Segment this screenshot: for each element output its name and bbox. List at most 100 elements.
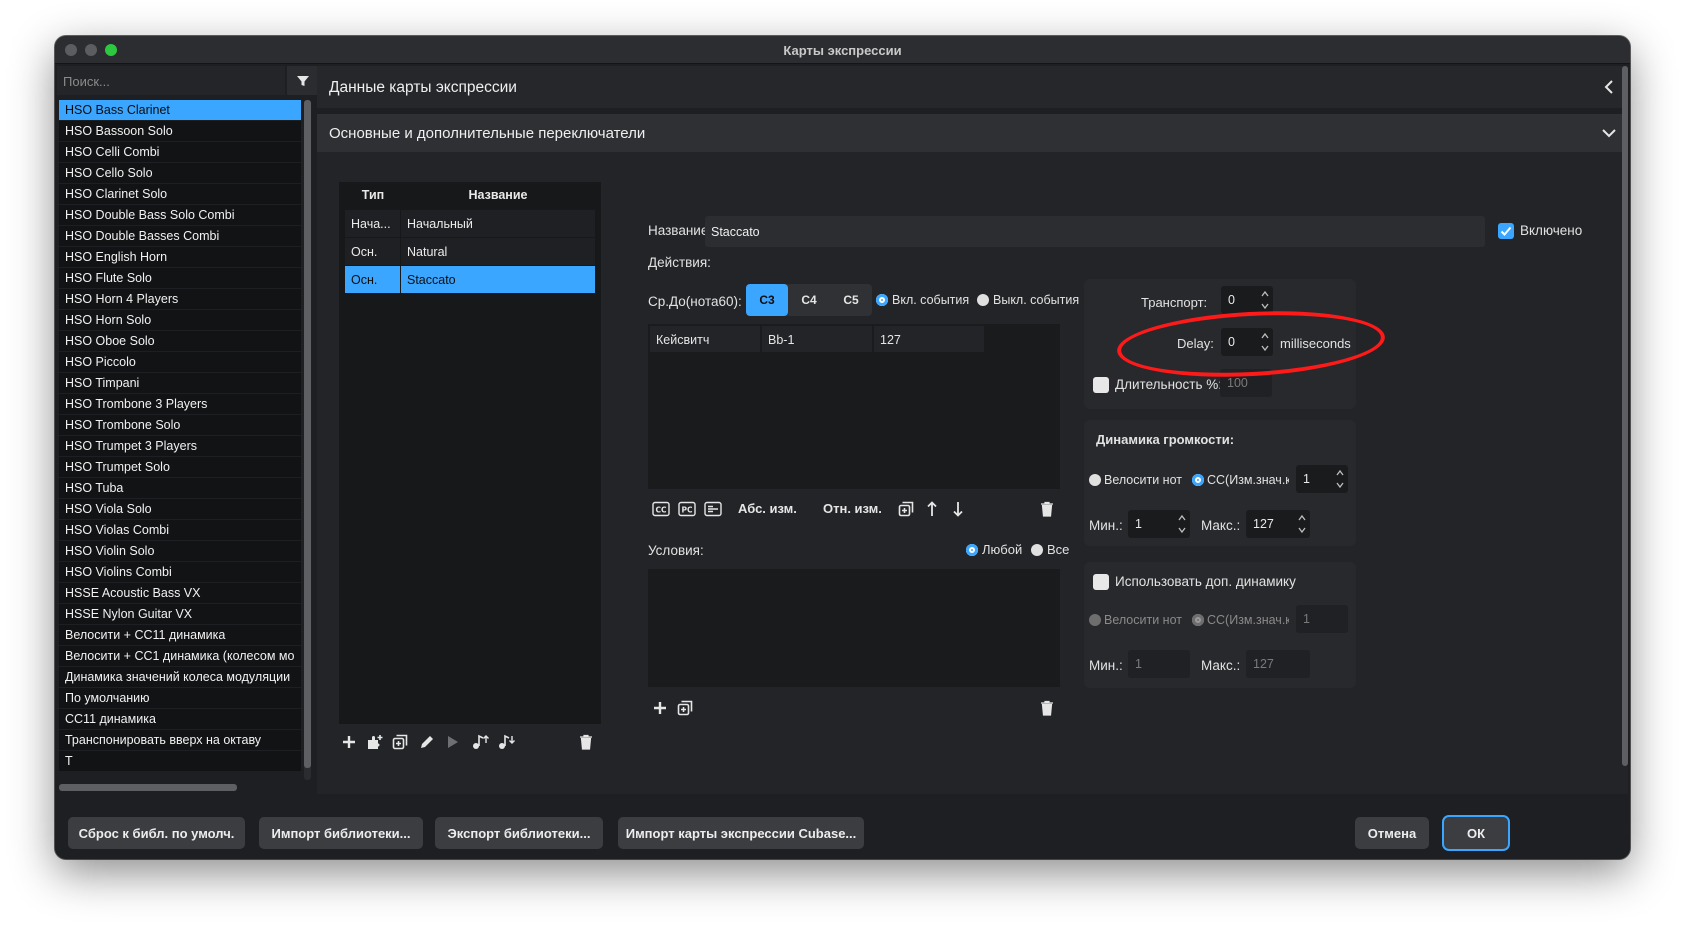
duplicate-icon[interactable] [392,734,408,750]
scrollbar-thumb[interactable] [304,100,311,768]
preset-item[interactable]: CC11 динамика [59,709,301,729]
trash-icon[interactable] [1040,700,1054,716]
extra-cc-field[interactable]: 1 [1296,605,1348,633]
reset-library-button[interactable]: Сброс к библ. по умолч. [68,817,245,849]
dyn-velocity-radio[interactable] [1089,474,1101,486]
octave-c3-button[interactable]: C3 [746,284,788,316]
pencil-icon[interactable] [419,734,435,750]
preset-item[interactable]: HSO Trombone Solo [59,415,301,435]
preset-item[interactable]: HSO Clarinet Solo [59,184,301,204]
chevron-down-icon[interactable] [1602,128,1616,138]
spin-arrows-icon[interactable] [1335,467,1345,491]
move-down-icon[interactable] [952,500,964,518]
table-row[interactable]: Нача... Начальный [345,210,595,237]
delay-spinbox[interactable]: 0 [1221,328,1273,356]
preset-item[interactable]: HSO Horn 4 Players [59,289,301,309]
add-icon[interactable] [341,734,357,750]
spin-arrows-icon[interactable] [1177,512,1187,536]
duplicate-icon[interactable] [677,700,693,716]
duplicate-icon[interactable] [898,501,914,517]
transport-spinbox[interactable]: 0 [1221,286,1273,314]
note-up-icon[interactable] [471,733,489,751]
preset-item[interactable]: Транспонировать вверх на октаву [59,730,301,750]
play-icon[interactable] [446,734,460,750]
column-header-name[interactable]: Название [401,188,595,208]
preset-item[interactable]: HSO Horn Solo [59,310,301,330]
search-input[interactable]: Поиск... [57,66,285,95]
import-library-button[interactable]: Импорт библиотеки... [259,817,423,849]
keyswitch-icon[interactable] [704,501,722,517]
preset-item[interactable]: По умолчанию [59,688,301,708]
preset-item[interactable]: HSO Timpani [59,373,301,393]
pc-icon[interactable]: PC [678,501,696,517]
off-events-radio[interactable] [977,294,989,306]
preset-item[interactable]: Велосити + CC11 динамика [59,625,301,645]
preset-item[interactable]: HSO Celli Combi [59,142,301,162]
add-icon[interactable] [652,700,668,716]
preset-item[interactable]: HSO Oboe Solo [59,331,301,351]
preset-item[interactable]: HSO Double Basses Combi [59,226,301,246]
preset-item[interactable]: HSO Bassoon Solo [59,121,301,141]
duration-field[interactable]: 100 [1220,369,1272,397]
column-header-type[interactable]: Тип [345,188,401,208]
extra-cc-radio[interactable] [1192,614,1204,626]
spin-arrows-icon[interactable] [1260,288,1270,312]
octave-c5-button[interactable]: C5 [830,284,872,316]
rel-change-button[interactable]: Отн. изм. [823,501,882,516]
action-data1-cell[interactable]: Bb-1 [762,326,872,352]
preset-item[interactable]: HSO Double Bass Solo Combi [59,205,301,225]
preset-item[interactable]: HSO Viola Solo [59,499,301,519]
import-cubase-map-button[interactable]: Импорт карты экспрессии Cubase... [618,817,864,849]
dyn-min-spinbox[interactable]: 1 [1128,510,1190,538]
preset-item[interactable]: HSO Violin Solo [59,541,301,561]
trash-icon[interactable] [579,734,593,750]
condition-any-radio[interactable] [966,544,978,556]
octave-c4-button[interactable]: C4 [788,284,830,316]
trash-icon[interactable] [1040,501,1054,517]
preset-item[interactable]: HSO Trumpet 3 Players [59,436,301,456]
extra-min-field[interactable]: 1 [1128,650,1190,678]
note-down-icon[interactable] [497,733,515,751]
export-library-button[interactable]: Экспорт библиотеки... [435,817,603,849]
action-data2-cell[interactable]: 127 [874,326,984,352]
preset-item[interactable]: Динамика значений колеса модуляции [59,667,301,687]
abs-change-button[interactable]: Абс. изм. [738,501,797,516]
preset-item[interactable]: HSO Trumpet Solo [59,457,301,477]
enabled-checkbox[interactable] [1498,223,1514,239]
puzzle-add-icon[interactable] [366,734,384,750]
chevron-left-icon[interactable] [1604,80,1614,94]
duration-checkbox[interactable] [1093,377,1109,393]
cancel-button[interactable]: Отмена [1355,817,1429,849]
preset-item[interactable]: HSO Cello Solo [59,163,301,183]
preset-item[interactable]: HSSE Nylon Guitar VX [59,604,301,624]
preset-item[interactable]: HSO Trombone 3 Players [59,394,301,414]
main-scrollbar[interactable] [1622,66,1628,766]
preset-item[interactable]: HSO Piccolo [59,352,301,372]
preset-item[interactable]: HSO English Horn [59,247,301,267]
preset-item[interactable]: HSO Violas Combi [59,520,301,540]
preset-item[interactable]: HSSE Acoustic Bass VX [59,583,301,603]
table-row-selected[interactable]: Осн. Staccato [345,266,595,293]
preset-list-hscrollbar[interactable] [59,784,237,791]
dyn-cc-spinbox[interactable]: 1 [1296,465,1348,493]
switches-section-header[interactable]: Основные и дополнительные переключатели [317,114,1628,152]
preset-item[interactable]: Т [59,751,301,771]
filter-button[interactable] [287,66,319,95]
spin-arrows-icon[interactable] [1297,512,1307,536]
extra-dynamics-checkbox[interactable] [1093,574,1109,590]
cc-icon[interactable]: CC [652,501,670,517]
preset-list-scrollbar[interactable] [304,100,311,780]
dyn-max-spinbox[interactable]: 127 [1246,510,1310,538]
extra-velocity-radio[interactable] [1089,614,1101,626]
preset-item[interactable]: Велосити + CC1 динамика (колесом мо [59,646,301,666]
spin-arrows-icon[interactable] [1260,330,1270,354]
preset-item[interactable]: HSO Tuba [59,478,301,498]
preset-item-selected[interactable]: HSO Bass Clarinet [59,100,301,120]
name-field[interactable]: Staccato [705,216,1485,247]
preset-item[interactable]: HSO Violins Combi [59,562,301,582]
preset-item[interactable]: HSO Flute Solo [59,268,301,288]
move-up-icon[interactable] [926,500,938,518]
dyn-cc-radio[interactable] [1192,474,1204,486]
ok-button[interactable]: ОК [1444,817,1508,849]
on-events-radio[interactable] [876,294,888,306]
